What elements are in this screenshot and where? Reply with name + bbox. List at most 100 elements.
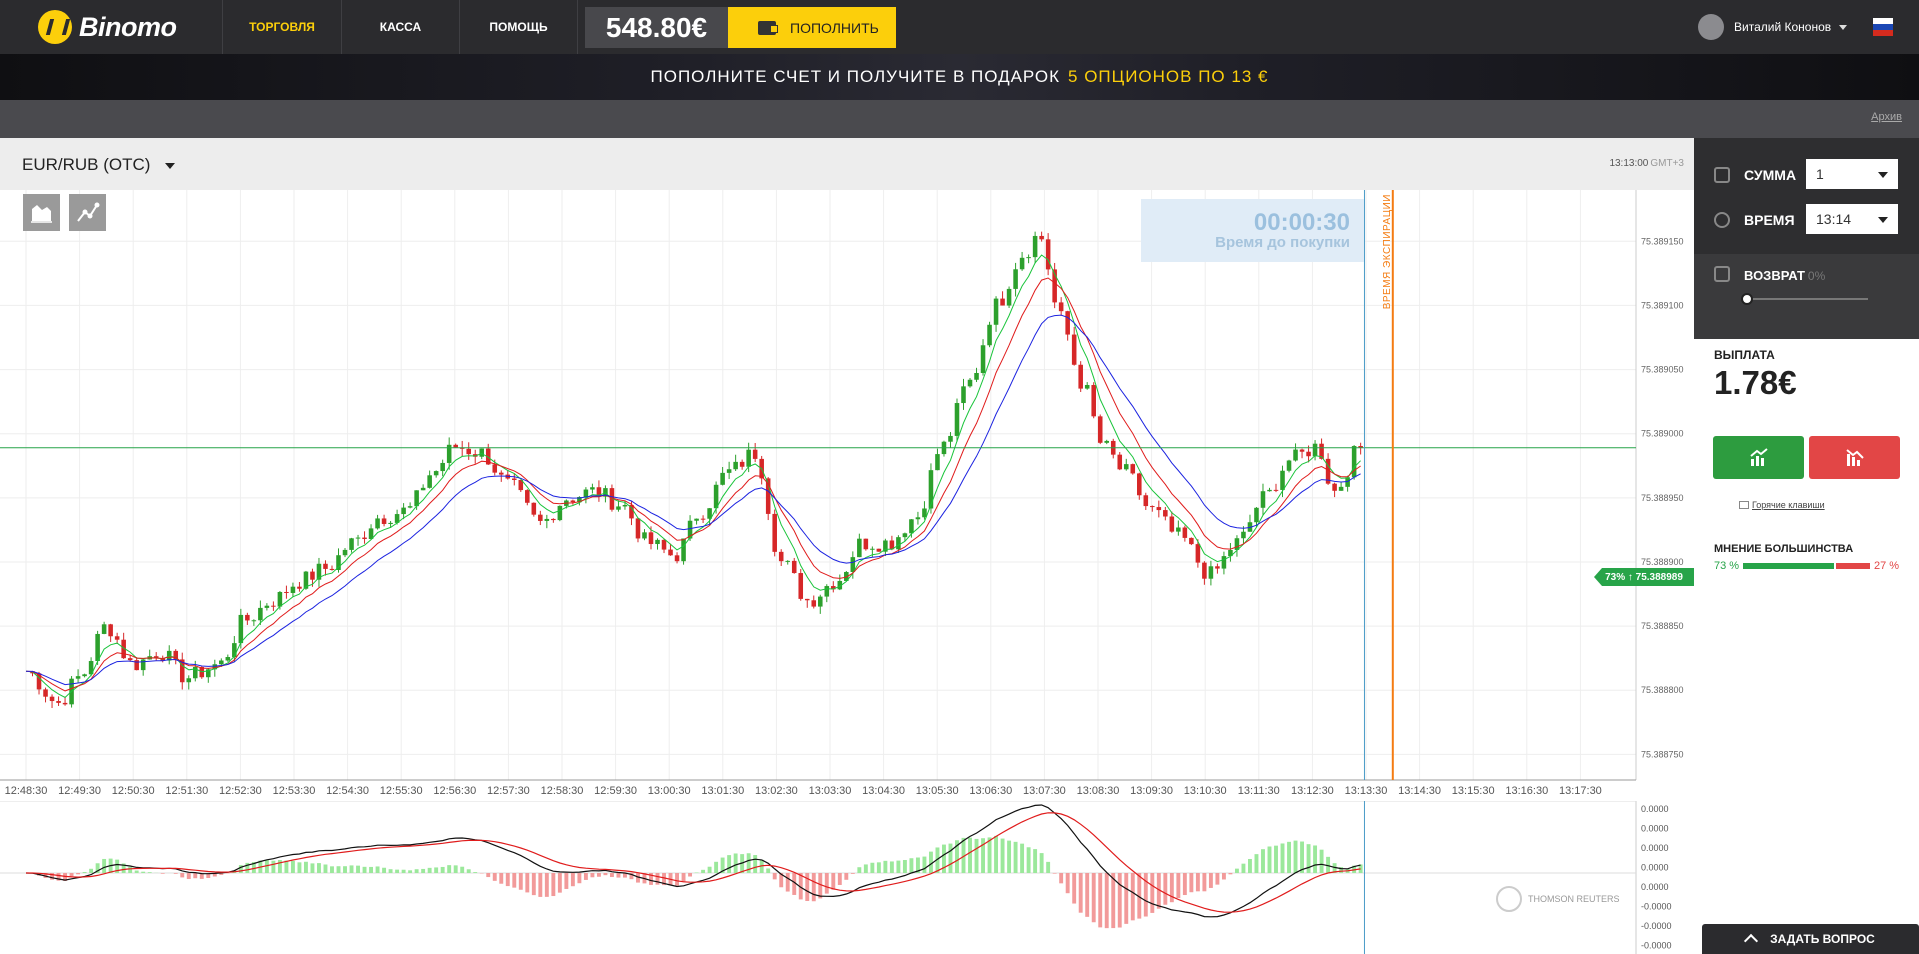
candle-body — [1156, 507, 1162, 511]
y-tick-label: 75.388800 — [1641, 685, 1684, 695]
candle-body — [538, 514, 543, 521]
candle-body — [251, 620, 257, 622]
chart-type-button[interactable] — [23, 194, 60, 231]
candle-body — [661, 539, 667, 550]
logo-text: Binomo — [79, 11, 177, 42]
chart-area[interactable]: EUR/RUB (OTC) 13:13:00 GMT+3 75.389150 75.… — [0, 138, 1694, 954]
histogram-bar — [583, 873, 588, 880]
chart-down-icon — [1846, 449, 1864, 466]
histogram-bar — [401, 869, 406, 873]
price-chart[interactable]: 75.389150 75.389100 75.389050 75.389000 75.3… — [0, 190, 1694, 801]
histogram-bar — [395, 869, 400, 873]
call-up-button[interactable] — [1713, 436, 1804, 479]
histogram-bar — [1052, 873, 1057, 874]
histogram-bar — [681, 873, 686, 882]
histogram-bar — [1046, 861, 1051, 873]
deposit-button[interactable]: ПОПОЛНИТЬ — [728, 7, 896, 48]
x-tick-label: 13:03:30 — [809, 785, 852, 797]
put-down-button[interactable] — [1809, 436, 1900, 479]
histogram-bar — [564, 873, 569, 889]
histogram-bar — [753, 855, 758, 873]
x-tick-label: 13:10:30 — [1184, 785, 1227, 797]
promo-banner[interactable]: ПОПОЛНИТЕ СЧЕТ И ПОЛУЧИТЕ В ПОДАРОК 5 ОП… — [0, 54, 1919, 100]
return-slider-handle[interactable] — [1741, 293, 1753, 305]
x-tick-label: 13:08:30 — [1077, 785, 1120, 797]
histogram-bar — [974, 838, 979, 873]
candle-body — [101, 624, 107, 634]
candle-body — [1215, 566, 1220, 569]
hotkeys-link[interactable]: Горячие клавиши — [1752, 500, 1825, 510]
majority-up-bar — [1743, 563, 1835, 569]
time-select[interactable]: 13:14 — [1806, 204, 1898, 234]
x-tick-label: 12:49:30 — [58, 785, 101, 797]
histogram-bar — [271, 860, 276, 873]
candle-body — [915, 517, 921, 520]
candle-body — [525, 490, 530, 503]
nav-cashier[interactable]: КАССА — [341, 0, 459, 54]
candle-body — [733, 461, 738, 470]
candle-body — [114, 636, 120, 640]
candle-body — [622, 505, 628, 507]
histogram-bar — [1013, 841, 1018, 873]
histogram-bar — [968, 837, 972, 873]
amount-select[interactable]: 1 — [1806, 159, 1898, 189]
histogram-bar — [1000, 838, 1005, 873]
timezone: GMT+3 — [1650, 158, 1684, 169]
candle-body — [928, 470, 934, 509]
indicator-chart[interactable]: 0.0000 0.0000 0.0000 0.0000 0.0000 -0.0000 -0.… — [0, 801, 1694, 954]
histogram-bar — [675, 873, 679, 886]
histogram-bar — [655, 873, 660, 885]
binomo-logo[interactable]: Binomo — [38, 9, 177, 45]
histogram-bar — [857, 867, 862, 873]
candle-body — [544, 518, 550, 521]
return-slider-track[interactable] — [1746, 298, 1868, 300]
candle-body — [1150, 506, 1155, 508]
moving-average-line — [25, 314, 1361, 686]
candle-body — [271, 605, 276, 607]
chevron-down-icon — [165, 162, 176, 169]
histogram-bar — [538, 873, 543, 897]
balance-display[interactable]: 548.80€ — [585, 7, 728, 48]
archive-link[interactable]: Архив — [1871, 111, 1902, 123]
chart-up-icon — [1750, 448, 1768, 466]
candle-body — [433, 471, 439, 476]
asset-selector[interactable]: EUR/RUB (OTC) — [22, 155, 176, 175]
candle-body — [635, 518, 641, 539]
histogram-bar — [707, 866, 712, 873]
data-provider: THOMSON REUTERS — [1528, 894, 1620, 904]
majority-down-bar — [1836, 563, 1870, 569]
candle-body — [453, 444, 458, 448]
nav-trading[interactable]: ТОРГОВЛЯ — [222, 0, 341, 54]
histogram-bar — [544, 873, 549, 897]
histogram-bar — [1033, 849, 1038, 873]
candle-body — [961, 386, 966, 404]
user-name: Виталий Кононов — [1734, 20, 1832, 34]
candle-body — [1045, 239, 1051, 270]
histogram-bar — [447, 865, 452, 873]
histogram-bar — [1163, 873, 1168, 905]
indicators-button[interactable] — [69, 194, 106, 231]
ask-question-button[interactable]: ЗАДАТЬ ВОПРОС — [1702, 924, 1919, 954]
indicator-y-tick: 0.0000 — [1641, 843, 1669, 853]
alarm-clock-icon — [1714, 212, 1730, 228]
candle-body — [804, 598, 810, 601]
candle-body — [1195, 544, 1201, 563]
russian-flag-icon[interactable] — [1873, 18, 1893, 36]
user-menu[interactable]: Виталий Кононов — [1698, 14, 1848, 40]
histogram-bar — [1117, 873, 1122, 928]
candle-body — [1143, 495, 1149, 507]
candle-body — [277, 591, 283, 607]
x-tick-label: 13:15:30 — [1452, 785, 1495, 797]
candle-body — [909, 519, 914, 534]
histogram-bar — [1280, 843, 1285, 873]
histogram-bar — [330, 866, 334, 873]
candle-body — [1000, 298, 1005, 306]
histogram-bar — [889, 861, 894, 873]
histogram-bar — [453, 865, 458, 873]
candle-body — [1169, 516, 1175, 532]
candle-body — [778, 551, 784, 562]
return-value: 0% — [1807, 269, 1826, 283]
nav-help[interactable]: ПОМОЩЬ — [459, 0, 578, 54]
candle-body — [1163, 510, 1168, 517]
histogram-bar — [336, 866, 341, 873]
